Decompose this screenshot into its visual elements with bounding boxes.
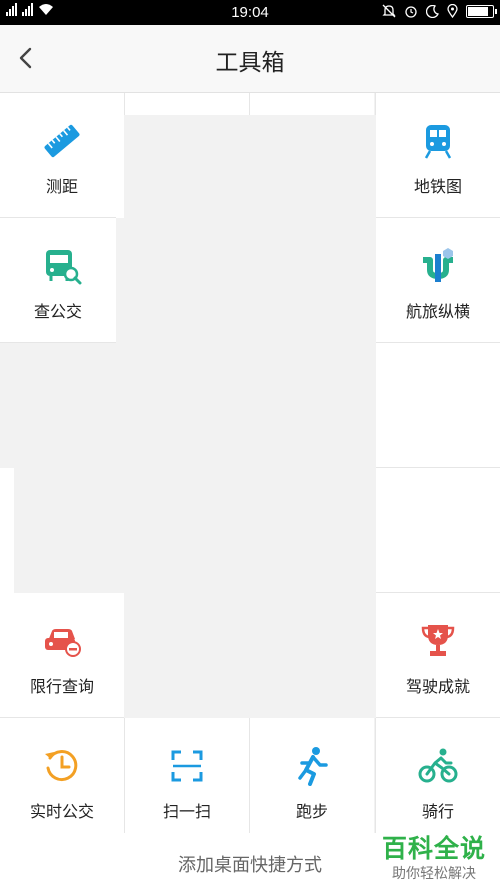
mute-icon: [382, 4, 396, 18]
tool-label: 地铁图: [413, 177, 462, 196]
tool-achievement[interactable]: 驾驶成就: [376, 593, 500, 718]
title-bar: 工具箱: [0, 25, 500, 93]
tool-realtime-bus[interactable]: 实时公交: [0, 718, 124, 843]
grid-divider: [0, 342, 116, 343]
status-bar: 19:04: [0, 0, 500, 25]
tool-run[interactable]: 跑步: [250, 718, 374, 843]
watermark-title: 百科全说: [381, 834, 486, 863]
car-restriction-icon: [45, 629, 81, 657]
empty-cell: [376, 468, 500, 593]
grid-divider: [376, 592, 500, 593]
empty-cell: [125, 93, 249, 115]
tool-label: 实时公交: [29, 802, 94, 821]
page-title: 工具箱: [215, 49, 285, 75]
tool-label: 跑步: [295, 802, 328, 821]
grid-divider: [249, 718, 250, 833]
tool-grid: 测距 地铁图 查公交 航旅纵横 限行查询 驾驶成就 实时公交 扫一扫 跑步 骑行: [0, 93, 500, 843]
battery-icon: [466, 4, 497, 18]
ruler-icon: [44, 124, 80, 158]
tool-label: 扫一扫: [162, 802, 211, 821]
tool-restriction[interactable]: 限行查询: [0, 593, 124, 718]
clock-history-icon: [45, 750, 78, 782]
empty-cell: [376, 343, 500, 468]
grid-divider: [0, 217, 116, 218]
alarm-icon: [405, 6, 417, 18]
grid-divider: [0, 717, 124, 718]
grid-divider: [376, 217, 500, 218]
moon-icon: [426, 4, 439, 18]
tool-label: 测距: [45, 177, 78, 196]
tool-travel[interactable]: 航旅纵横: [376, 218, 500, 343]
running-icon: [298, 747, 328, 786]
location-icon: [447, 4, 458, 18]
grid-divider: [375, 718, 376, 833]
tool-label: 查公交: [33, 302, 82, 321]
watermark-subtitle: 助你轻松解决: [391, 866, 476, 882]
travel-logo-icon: [423, 248, 453, 282]
tool-ride[interactable]: 骑行: [376, 718, 500, 843]
grid-divider: [376, 467, 500, 468]
metro-icon: [424, 125, 452, 159]
tool-scan[interactable]: 扫一扫: [125, 718, 249, 843]
cycling-icon: [418, 748, 458, 783]
grid-divider: [376, 342, 500, 343]
tool-bus-query[interactable]: 查公交: [0, 218, 116, 343]
grid-divider: [249, 93, 250, 115]
grid-divider: [376, 717, 500, 718]
grid-divider: [124, 718, 125, 833]
tool-label: 驾驶成就: [405, 677, 470, 696]
tool-ruler[interactable]: 测距: [0, 93, 124, 218]
grid-divider: [375, 93, 376, 115]
watermark-logo: 百科全说 助你轻松解决: [382, 829, 486, 883]
empty-cell: [250, 93, 374, 115]
scan-icon: [171, 750, 203, 782]
tool-label: 骑行: [421, 802, 454, 821]
tool-metro[interactable]: 地铁图: [376, 93, 500, 218]
grid-divider: [124, 93, 125, 115]
empty-cell: [0, 468, 14, 593]
tool-label: 航旅纵横: [405, 302, 470, 321]
bus-search-icon: [46, 250, 82, 285]
trophy-icon: [421, 625, 455, 656]
tool-label: 限行查询: [29, 677, 94, 696]
